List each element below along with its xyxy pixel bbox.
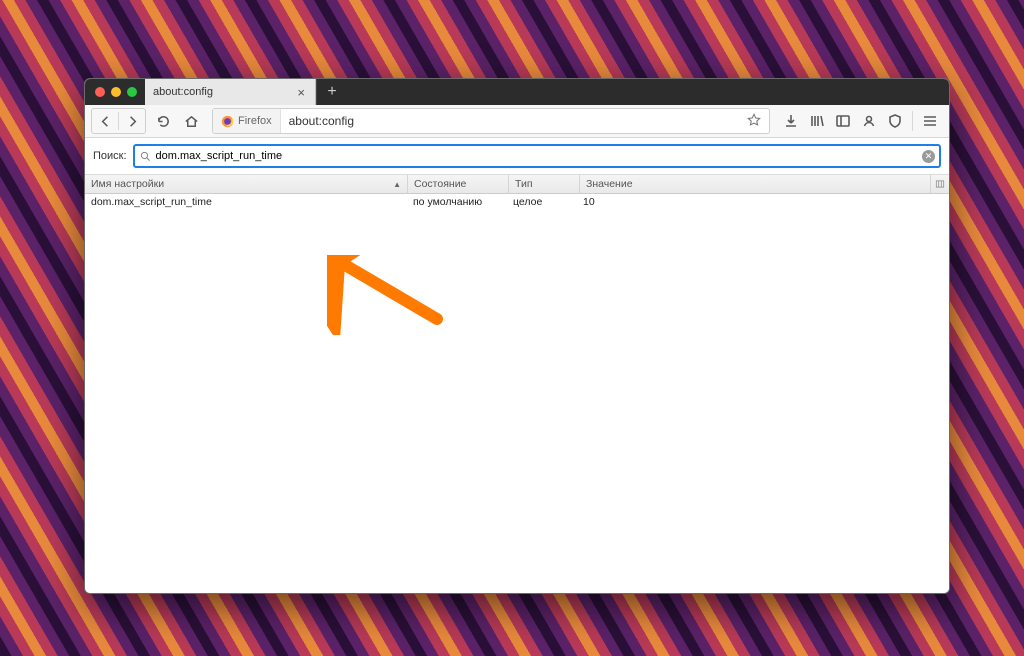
minimize-window-button[interactable] <box>111 87 121 97</box>
search-label: Поиск: <box>93 150 127 162</box>
arrow-left-icon <box>98 114 113 129</box>
reload-icon <box>156 114 171 129</box>
bookmark-star-button[interactable] <box>739 113 769 130</box>
tab-about-config[interactable]: about:config × <box>145 79 316 105</box>
tab-title: about:config <box>153 86 295 98</box>
star-icon <box>747 113 761 127</box>
search-box[interactable]: ✕ <box>133 144 941 168</box>
zoom-window-button[interactable] <box>127 87 137 97</box>
window-controls <box>85 79 145 105</box>
search-row: Поиск: ✕ <box>85 138 949 174</box>
back-button[interactable] <box>92 110 118 132</box>
firefox-icon <box>221 115 234 128</box>
toolbar-right-icons <box>778 108 943 134</box>
library-button[interactable] <box>804 108 830 134</box>
pref-type-cell: целое <box>507 196 577 208</box>
new-tab-button[interactable]: + <box>316 79 347 105</box>
home-button[interactable] <box>178 108 204 134</box>
close-tab-icon[interactable]: × <box>295 85 307 100</box>
column-header-name-label: Имя настройки <box>91 178 164 190</box>
download-icon <box>783 113 799 129</box>
column-header-type[interactable]: Тип <box>509 175 580 193</box>
downloads-button[interactable] <box>778 108 804 134</box>
url-bar[interactable]: Firefox about:config <box>212 108 770 134</box>
column-header-state[interactable]: Состояние <box>408 175 509 193</box>
separator <box>912 111 913 131</box>
pref-name-cell: dom.max_script_run_time <box>85 196 407 208</box>
identity-box[interactable]: Firefox <box>213 109 281 133</box>
sort-ascending-icon: ▲ <box>393 180 401 189</box>
search-input[interactable] <box>156 150 939 162</box>
prefs-table-body: dom.max_script_run_time по умолчанию цел… <box>85 194 949 593</box>
columns-icon <box>935 179 945 189</box>
hamburger-icon <box>922 113 938 129</box>
identity-label: Firefox <box>238 115 272 127</box>
close-window-button[interactable] <box>95 87 105 97</box>
pref-value-cell: 10 <box>577 196 949 208</box>
arrow-right-icon <box>125 114 140 129</box>
sidebar-button[interactable] <box>830 108 856 134</box>
browser-window: about:config × + Fir <box>84 78 950 594</box>
pref-row[interactable]: dom.max_script_run_time по умолчанию цел… <box>85 194 949 210</box>
column-header-value[interactable]: Значение <box>580 175 930 193</box>
account-button[interactable] <box>856 108 882 134</box>
tab-bar: about:config × + <box>85 79 949 105</box>
sidebar-icon <box>835 113 851 129</box>
reload-button[interactable] <box>150 108 176 134</box>
clear-search-button[interactable]: ✕ <box>922 150 935 163</box>
shield-icon <box>887 113 903 129</box>
column-picker-button[interactable] <box>930 175 949 193</box>
account-icon <box>861 113 877 129</box>
nav-back-forward-group <box>91 108 146 134</box>
navigation-toolbar: Firefox about:config <box>85 105 949 138</box>
url-text: about:config <box>281 114 739 128</box>
column-headers: Имя настройки ▲ Состояние Тип Значение <box>85 174 949 194</box>
search-icon <box>135 151 156 162</box>
home-icon <box>184 114 199 129</box>
pref-state-cell: по умолчанию <box>407 196 507 208</box>
protection-button[interactable] <box>882 108 908 134</box>
column-header-name[interactable]: Имя настройки ▲ <box>85 175 408 193</box>
menu-button[interactable] <box>917 108 943 134</box>
forward-button[interactable] <box>119 110 145 132</box>
library-icon <box>809 113 825 129</box>
